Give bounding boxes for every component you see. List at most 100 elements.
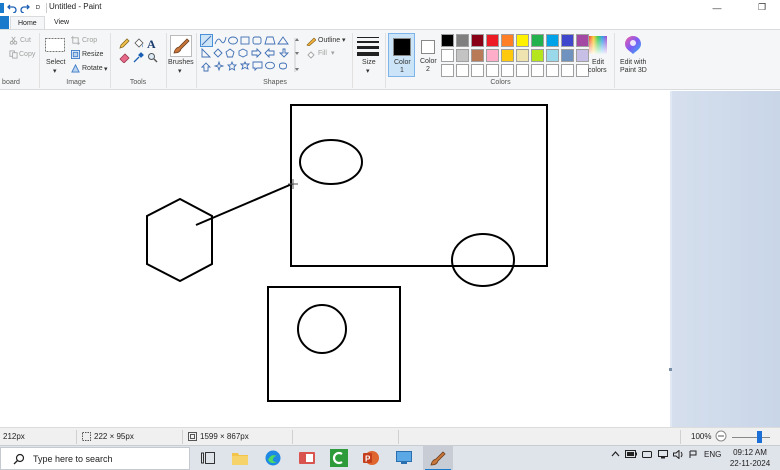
color-swatch[interactable] [576, 34, 589, 47]
color-swatch[interactable] [486, 34, 499, 47]
color-swatch[interactable] [546, 34, 559, 47]
shapes-gallery[interactable] [200, 34, 300, 78]
color-swatch[interactable] [486, 64, 499, 77]
copy-button[interactable] [9, 50, 18, 61]
rotate-button[interactable] [71, 63, 80, 75]
tab-home[interactable]: Home [10, 16, 45, 30]
resize-button[interactable] [71, 50, 80, 61]
customize-quick-access-icon[interactable]: ⫐ [33, 3, 43, 13]
select-button[interactable] [45, 38, 65, 54]
volume-icon[interactable] [673, 449, 684, 461]
color-picker-tool[interactable] [133, 52, 144, 65]
paint-app-icon[interactable] [0, 3, 4, 13]
select-dropdown-icon[interactable]: ▾ [53, 67, 57, 75]
color-swatch[interactable] [501, 64, 514, 77]
edge-browser-icon[interactable] [264, 449, 282, 467]
taskbar-search-box[interactable]: Type here to search [0, 447, 190, 470]
input-language[interactable]: ENG [704, 450, 721, 459]
crop-icon [71, 36, 80, 45]
outline-button[interactable] [306, 37, 317, 48]
circle-shape [297, 304, 347, 354]
color1-button[interactable]: Color 1 [388, 33, 415, 77]
monitor-app-icon[interactable] [395, 449, 413, 467]
network-icon[interactable] [658, 450, 668, 461]
color-swatch[interactable] [546, 64, 559, 77]
taskbar-clock[interactable]: 09:12 AM 22-11-2024 [722, 447, 778, 469]
crop-button[interactable] [71, 36, 80, 47]
color-swatch[interactable] [561, 64, 574, 77]
paint-taskbar-icon[interactable] [423, 446, 453, 470]
office-app-icon[interactable] [298, 449, 316, 467]
ribbon: Cut Copy board Select ▾ Crop Resize Rota… [0, 29, 780, 90]
color-swatch[interactable] [561, 34, 574, 47]
scissors-icon [9, 36, 18, 45]
onedrive-icon[interactable] [689, 450, 697, 461]
redo-icon[interactable] [20, 3, 30, 14]
color-swatch[interactable] [471, 49, 484, 62]
eraser-tool[interactable] [119, 52, 130, 65]
color-swatch[interactable] [501, 49, 514, 62]
color-swatch[interactable] [441, 64, 454, 77]
canvas-resize-handle[interactable] [669, 368, 672, 371]
color2-button[interactable]: Color 2 [415, 33, 442, 77]
color-swatch[interactable] [516, 64, 529, 77]
color-swatch[interactable] [456, 64, 469, 77]
status-bar: 212px 222 × 95px 1599 × 867px 100% [0, 427, 780, 445]
size-dropdown-icon[interactable]: ▾ [366, 67, 370, 75]
color-swatch[interactable] [441, 34, 454, 47]
crop-label: Crop [82, 37, 98, 44]
color-swatch[interactable] [501, 34, 514, 47]
magnifier-tool[interactable] [147, 52, 158, 65]
brushes-button[interactable] [170, 35, 192, 59]
color-swatch[interactable] [531, 34, 544, 47]
maximize-button[interactable]: ❐ [751, 0, 773, 15]
color-swatch[interactable] [561, 49, 574, 62]
battery-icon[interactable] [625, 450, 637, 460]
task-view-icon[interactable] [199, 449, 217, 467]
fill-dropdown-icon[interactable]: ▾ [331, 49, 335, 57]
zoom-out-button[interactable] [715, 430, 727, 442]
powerpoint-icon[interactable]: P [362, 449, 380, 467]
color-swatch[interactable] [456, 49, 469, 62]
file-menu-button[interactable] [0, 16, 9, 30]
size-button[interactable] [357, 36, 379, 58]
fill-tool[interactable] [133, 38, 144, 51]
color1-label: Color [394, 59, 411, 66]
file-explorer-icon[interactable] [231, 449, 249, 467]
color-swatch[interactable] [531, 64, 544, 77]
color-swatch[interactable] [486, 49, 499, 62]
cut-button[interactable] [9, 36, 18, 47]
undo-icon[interactable] [7, 3, 17, 14]
brushes-dropdown-icon[interactable]: ▾ [178, 67, 182, 75]
zoom-slider-track[interactable] [732, 437, 770, 438]
shapes-group-label: Shapes [263, 79, 287, 86]
selection-icon [82, 432, 91, 441]
paint3d-icon [625, 36, 641, 54]
canvas-drawing [146, 104, 548, 402]
edit-with-paint3d-button[interactable] [624, 35, 642, 57]
edit-colors-button[interactable] [589, 36, 607, 56]
color-swatch[interactable] [531, 49, 544, 62]
drawing-canvas[interactable] [0, 91, 670, 427]
colors-group-label: Colors [490, 79, 511, 86]
rotate-dropdown-icon[interactable]: ▾ [104, 65, 108, 73]
color-swatch[interactable] [546, 49, 559, 62]
color-swatch[interactable] [456, 34, 469, 47]
minimize-button[interactable]: — [706, 0, 728, 15]
color-swatch[interactable] [471, 64, 484, 77]
tab-view[interactable]: View [47, 16, 76, 30]
zoom-slider-thumb[interactable] [757, 431, 762, 443]
outline-dropdown-icon[interactable]: ▾ [342, 36, 346, 44]
color-swatch[interactable] [441, 49, 454, 62]
meet-now-icon[interactable] [642, 450, 652, 461]
color-swatch[interactable] [576, 49, 589, 62]
text-tool-icon[interactable]: A [147, 37, 156, 52]
search-placeholder: Type here to search [33, 453, 113, 464]
show-hidden-icons-icon[interactable] [611, 450, 620, 459]
camtasia-app-icon[interactable] [330, 449, 348, 467]
color-swatch[interactable] [471, 34, 484, 47]
color-swatch[interactable] [516, 49, 529, 62]
fill-button[interactable] [306, 50, 316, 62]
color-swatch[interactable] [516, 34, 529, 47]
pencil-tool[interactable] [119, 38, 130, 51]
